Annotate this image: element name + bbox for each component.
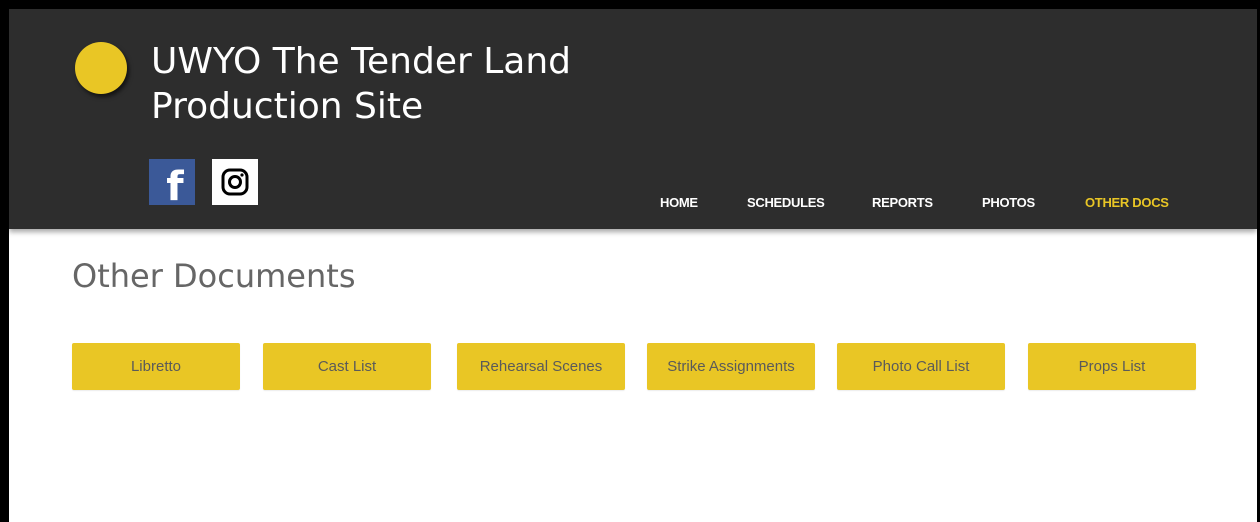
nav-item-other-docs[interactable]: OTHER DOCS [1085,195,1169,210]
facebook-icon: f [166,164,184,210]
page-title: Other Documents [72,257,356,295]
nav-item-home[interactable]: HOME [660,195,698,210]
strike-assignments-button[interactable]: Strike Assignments [647,343,815,390]
nav-item-photos[interactable]: PHOTOS [982,195,1035,210]
site-title: UWYO The Tender Land Production Site [151,41,572,127]
site-header: UWYO The Tender Land Production Site f H… [9,9,1257,229]
cast-list-button[interactable]: Cast List [263,343,431,390]
instagram-link[interactable] [212,159,258,205]
props-list-button[interactable]: Props List [1028,343,1196,390]
rehearsal-scenes-button[interactable]: Rehearsal Scenes [457,343,625,390]
logo-circle-icon [75,42,127,94]
instagram-icon [221,168,249,196]
photo-call-list-button[interactable]: Photo Call List [837,343,1005,390]
libretto-button[interactable]: Libretto [72,343,240,390]
browser-frame: UWYO The Tender Land Production Site f H… [0,0,1260,522]
facebook-link[interactable]: f [149,159,195,210]
nav-item-reports[interactable]: REPORTS [872,195,933,210]
nav-item-schedules[interactable]: SCHEDULES [747,195,825,210]
